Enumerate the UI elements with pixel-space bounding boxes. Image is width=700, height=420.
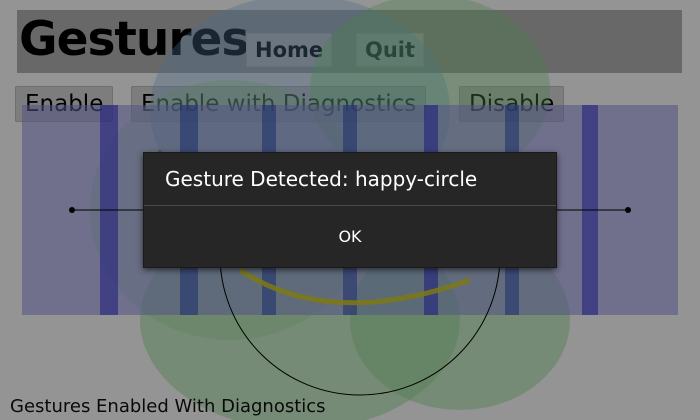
gesture-dialog: Gesture Detected: happy-circle OK <box>143 152 557 268</box>
dialog-message: Gesture Detected: happy-circle <box>165 167 478 191</box>
gestures-app: Gestures Home Quit Enable Enable with Di… <box>0 0 700 420</box>
ok-button[interactable]: OK <box>144 206 556 268</box>
